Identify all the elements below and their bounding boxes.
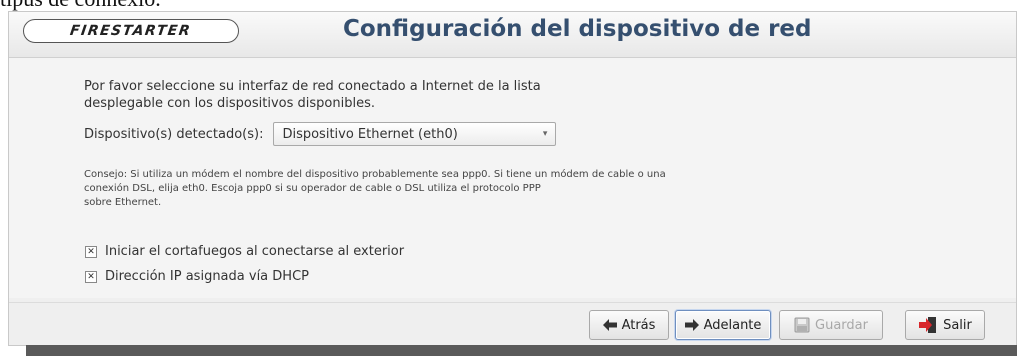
tip-line: Consejo: Si utiliza un módem el nombre d… — [84, 169, 666, 180]
device-row: Dispositivo(s) detectado(s): Dispositivo… — [84, 122, 557, 146]
intro-text: Por favor seleccione su interfaz de red … — [84, 78, 684, 112]
arrow-right-icon — [684, 319, 699, 331]
back-button-label: Atrás — [621, 317, 656, 333]
back-button[interactable]: Atrás — [589, 310, 669, 340]
forward-button-label: Adelante — [703, 317, 762, 333]
firestarter-wizard-window: FIRESTARTER Configuración del dispositiv… — [8, 11, 1017, 346]
tip-line: sobre Ethernet. — [84, 197, 162, 208]
exit-icon — [919, 317, 937, 333]
bottom-edge-bar — [26, 345, 1017, 356]
footer-divider — [9, 302, 1016, 303]
device-label: Dispositivo(s) detectado(s): — [84, 126, 264, 142]
logo-text: FIRESTARTER — [69, 23, 193, 39]
intro-line: desplegable con los dispositivos disponi… — [84, 96, 375, 111]
firestarter-logo: FIRESTARTER — [23, 19, 239, 43]
tip-line: conexión DSL, elija eth0. Escoja ppp0 si… — [84, 183, 541, 194]
tip-text: Consejo: Si utiliza un módem el nombre d… — [84, 168, 844, 210]
page-title: Configuración del dispositivo de red — [343, 16, 812, 42]
start-firewall-checkbox-row[interactable]: ✕ Iniciar el cortafuegos al conectarse a… — [85, 244, 404, 259]
device-dropdown-value: Dispositivo Ethernet (eth0) — [282, 126, 458, 142]
forward-button[interactable]: Adelante — [675, 310, 771, 340]
arrow-left-icon — [602, 319, 617, 331]
start-firewall-checkbox[interactable]: ✕ — [85, 245, 97, 258]
quit-button-label: Salir — [943, 317, 972, 333]
chevron-down-icon: ▾ — [542, 129, 548, 139]
wizard-content: Por favor seleccione su interfaz de red … — [9, 58, 1016, 298]
intro-line: Por favor seleccione su interfaz de red … — [84, 79, 541, 94]
device-dropdown[interactable]: Dispositivo Ethernet (eth0) ▾ — [273, 122, 557, 146]
dhcp-checkbox[interactable]: ✕ — [85, 270, 97, 283]
floppy-disk-icon — [794, 317, 810, 333]
wizard-header: FIRESTARTER Configuración del dispositiv… — [9, 12, 1016, 58]
save-button-label: Guardar — [815, 317, 868, 333]
dhcp-checkbox-row[interactable]: ✕ Dirección IP asignada vía DHCP — [85, 269, 309, 284]
save-button[interactable]: Guardar — [779, 310, 883, 340]
dhcp-label: Dirección IP asignada vía DHCP — [105, 269, 309, 284]
quit-button[interactable]: Salir — [905, 310, 985, 340]
start-firewall-label: Iniciar el cortafuegos al conectarse al … — [105, 244, 405, 259]
